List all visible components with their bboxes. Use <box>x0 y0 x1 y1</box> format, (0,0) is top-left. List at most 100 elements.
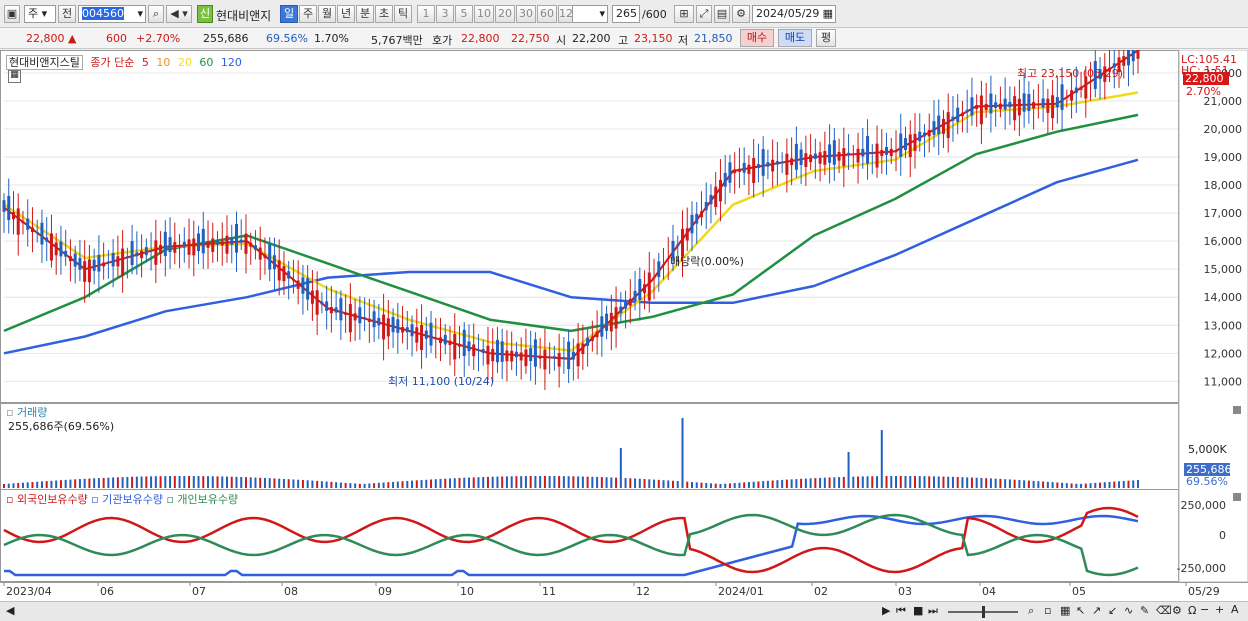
eraser-icon[interactable]: ⌫ <box>1156 604 1172 617</box>
volume-ratio: 69.56% <box>266 32 308 45</box>
code-dropdown-icon[interactable]: ▾ <box>137 6 143 22</box>
count-input[interactable]: 265 <box>612 5 640 23</box>
period-button-6[interactable]: 틱 <box>394 5 412 23</box>
sound-icon[interactable]: ◀ ▾ <box>166 5 192 23</box>
volume-bar <box>572 476 575 488</box>
font-size-icon[interactable]: A <box>1231 603 1239 616</box>
candle-body <box>358 307 362 324</box>
volume-bar <box>150 476 153 488</box>
period-button-5[interactable]: 초 <box>375 5 393 23</box>
candle-body <box>567 341 571 370</box>
prefix-button[interactable]: 전 <box>58 5 76 23</box>
interval-button-1[interactable]: 1 <box>417 5 435 23</box>
settings-icon[interactable]: ⚙ <box>1172 604 1182 617</box>
interval-button-30[interactable]: 30 <box>516 5 536 23</box>
candle-body <box>747 164 751 175</box>
grid-icon[interactable]: ▦ <box>1060 604 1070 617</box>
holdings-axis-label: 0 <box>1219 529 1226 542</box>
volume-bar <box>880 430 883 488</box>
holdings-panel-close-icon[interactable] <box>1233 493 1241 501</box>
volume-bar <box>491 476 494 488</box>
volume-bar <box>529 476 532 488</box>
scroll-right-icon[interactable]: ▶ <box>882 604 890 617</box>
candle-body <box>201 228 205 254</box>
candle-body <box>45 237 49 242</box>
zoom-slider-handle[interactable] <box>982 606 985 618</box>
period-button-3[interactable]: 년 <box>337 5 355 23</box>
candle-body <box>571 351 575 360</box>
period-button-0[interactable]: 일 <box>280 5 298 23</box>
eval-button[interactable]: 평 <box>816 29 836 47</box>
scroll-left-icon[interactable]: ◀ <box>6 604 14 617</box>
candle-body <box>714 186 718 208</box>
chart-area[interactable]: 11,000 12,000 13,000 14,000 15,000 16,000 17,0… <box>0 21 1248 621</box>
chart-type-icon[interactable]: ⊞ <box>674 5 694 23</box>
volume-bar <box>724 483 727 488</box>
candle-body <box>866 136 870 164</box>
volume-bar <box>781 479 784 488</box>
low-price: 21,850 <box>694 32 733 45</box>
market-select[interactable]: 주 ▾ <box>24 5 56 23</box>
line-tool-icon[interactable]: ↖ <box>1076 604 1085 617</box>
magnet-icon[interactable]: Ω <box>1188 604 1196 617</box>
interval-button-3[interactable]: 3 <box>436 5 454 23</box>
pencil-icon[interactable]: ✎ <box>1140 604 1149 617</box>
search-icon[interactable]: ⌕ <box>148 5 164 23</box>
candle-body <box>699 211 703 218</box>
interval-button-60[interactable]: 60 <box>537 5 557 23</box>
interval-button-20[interactable]: 20 <box>495 5 515 23</box>
buy-button[interactable]: 매수 <box>740 29 774 47</box>
wave-icon[interactable]: ∿ <box>1124 604 1133 617</box>
save-icon[interactable]: ▤ <box>714 5 730 23</box>
candle-body <box>619 306 623 314</box>
volume-panel-close-icon[interactable] <box>1233 406 1241 414</box>
window-menu-icon[interactable]: ▣ <box>4 5 20 23</box>
step-back-icon[interactable]: ⏮ <box>896 604 906 618</box>
volume-bar <box>1132 480 1135 488</box>
volume-bar <box>40 481 43 488</box>
volume-bar <box>629 478 632 488</box>
candle-body <box>505 350 509 362</box>
scrollbar[interactable]: ◀ ▶ ⏮ ■ ⏭ ⌕ ▫ ▦ ↖ ↗ ↙ ∿ ✎ ⌫ ⚙ Ω − + A <box>0 601 1248 621</box>
volume-bar <box>1070 483 1073 488</box>
calculator-icon[interactable]: ▦ <box>8 70 21 83</box>
volume-bar <box>1056 482 1059 488</box>
zoom-out-icon[interactable]: ▫ <box>1044 604 1051 617</box>
candle-body <box>733 169 737 174</box>
stop-icon[interactable]: ■ <box>913 604 923 617</box>
period-button-4[interactable]: 분 <box>356 5 374 23</box>
arrow-tool-icon[interactable]: ↙ <box>1108 604 1117 617</box>
period-button-2[interactable]: 월 <box>318 5 336 23</box>
magnifier-icon[interactable]: ⌕ <box>1028 604 1034 618</box>
volume-bar <box>975 477 978 488</box>
low-annotation: 최저 11,100 (10/24) <box>388 375 495 388</box>
minus-icon[interactable]: − <box>1200 603 1209 616</box>
calendar-icon[interactable]: ▦ <box>823 6 833 22</box>
interval-custom-select[interactable]: ▾ <box>572 5 608 23</box>
candle-body <box>742 162 746 173</box>
plus-icon[interactable]: + <box>1215 603 1224 616</box>
zoom-icon[interactable]: ⤢ <box>696 5 712 23</box>
interval-button-5[interactable]: 5 <box>455 5 473 23</box>
date-input[interactable]: 2024/05/29 ▦ <box>752 5 836 23</box>
sell-button[interactable]: 매도 <box>778 29 812 47</box>
candle-body <box>752 158 756 184</box>
gear-icon[interactable]: ⚙ <box>732 5 750 23</box>
interval-button-10[interactable]: 10 <box>474 5 494 23</box>
trend-icon[interactable]: ↗ <box>1092 604 1101 617</box>
price-change: 600 <box>106 32 127 45</box>
volume-bar <box>766 480 769 488</box>
volume-bar <box>771 480 774 488</box>
stock-code-input[interactable]: 004560 ▾ <box>78 5 146 23</box>
volume-bar <box>50 480 53 488</box>
volume-bar <box>985 478 988 488</box>
step-forward-icon[interactable]: ⏭ <box>928 604 938 618</box>
candle-body <box>633 290 637 301</box>
volume-bar <box>577 476 580 488</box>
candle-body <box>605 313 609 331</box>
volume-bar <box>581 476 584 488</box>
volume-bar <box>453 478 456 488</box>
volume-bar <box>420 480 423 488</box>
volume-bar <box>373 483 376 488</box>
period-button-1[interactable]: 주 <box>299 5 317 23</box>
